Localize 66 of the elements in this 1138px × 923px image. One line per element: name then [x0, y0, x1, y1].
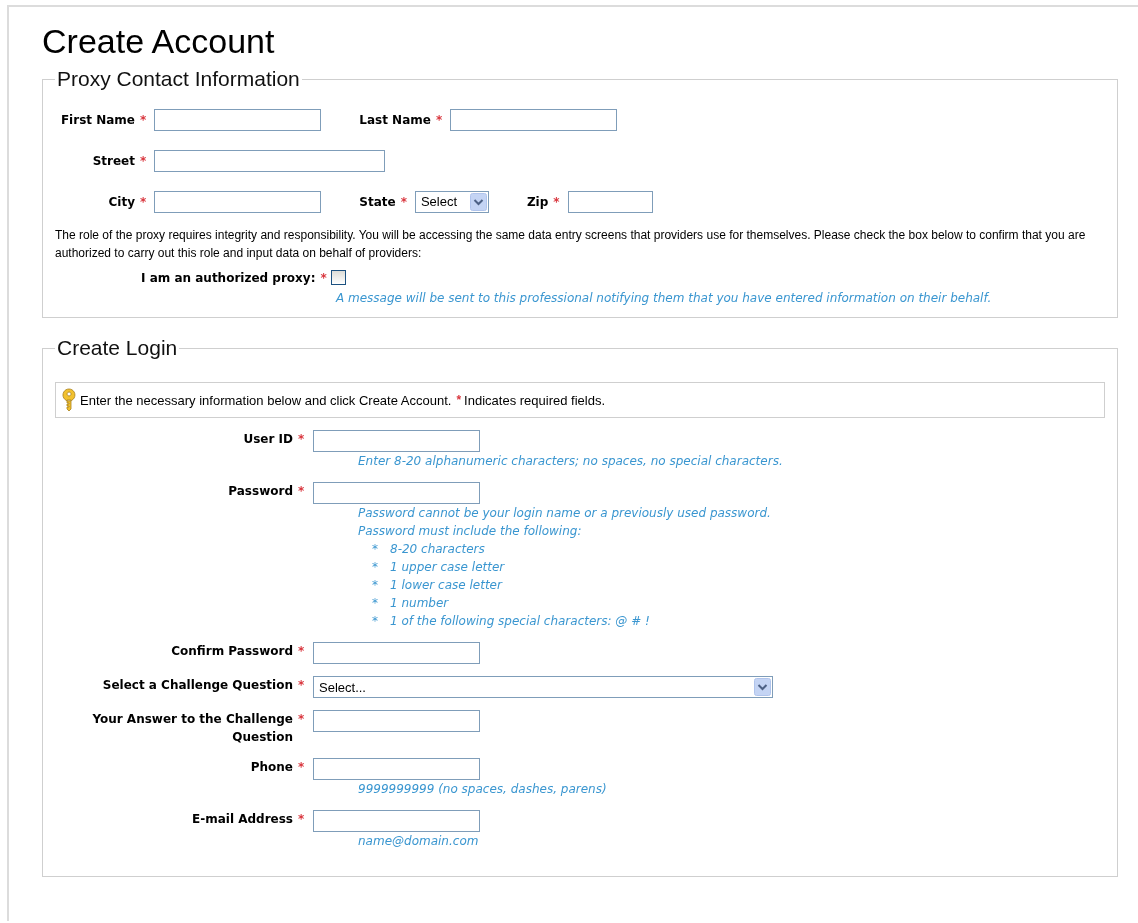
required-mark: * [298, 711, 305, 728]
key-icon [62, 388, 76, 412]
required-mark: * [298, 677, 305, 694]
bullet-mark: * [372, 595, 378, 612]
text-input[interactable] [450, 108, 618, 131]
hint-text: Password must include the following: [358, 523, 583, 540]
field-label: User ID [242, 431, 293, 448]
required-mark: * [298, 483, 305, 500]
hint-text: Password cannot be your login name or a previously used password. [358, 505, 772, 522]
field-label: Confirm Password [170, 643, 293, 660]
section-title: Create Login [56, 336, 179, 360]
hint-text: 1 number [390, 595, 449, 612]
page-title: Create Account [42, 21, 275, 61]
field-label: State [359, 194, 396, 209]
bullet-mark: * [372, 613, 378, 630]
field-label: Zip [526, 194, 549, 209]
section-title: Proxy Contact Information [56, 67, 301, 91]
hint-text: Enter 8-20 alphanumeric characters; no spaces, no special characters. [358, 453, 784, 470]
required-mark: * [553, 194, 560, 209]
field-label: City [107, 194, 135, 209]
field-label: I am an authorized proxy: [141, 270, 316, 285]
info-text: Indicates required fields. [464, 392, 605, 408]
required-mark: * [140, 112, 147, 127]
hint-text: A message will be sent to this professional notifying them that you have entered information on their behalf. [336, 290, 992, 307]
field-label: Street [91, 153, 135, 168]
text-input[interactable] [313, 430, 480, 452]
hint-text: name@domain.com [358, 833, 480, 850]
required-mark: * [298, 643, 305, 660]
text-input[interactable] [567, 190, 653, 213]
info-text: Enter the necessary information below and click Create Account. [80, 392, 452, 408]
required-mark: * [298, 431, 305, 448]
text-input[interactable] [313, 642, 480, 664]
hint-text: 1 upper case letter [390, 559, 505, 576]
required-mark: * [435, 112, 443, 127]
hint-text: 8-20 characters [390, 541, 485, 558]
select-dropdown[interactable]: Select [414, 190, 489, 213]
required-mark: * [320, 270, 327, 285]
field-label: First Name [59, 112, 135, 127]
text-input[interactable] [313, 710, 480, 732]
text-input[interactable] [313, 482, 480, 504]
text-input[interactable] [313, 810, 480, 832]
text-input[interactable] [313, 758, 480, 780]
text-input[interactable] [154, 190, 322, 213]
required-mark: * [140, 153, 147, 168]
hint-text: 9999999999 (no spaces, dashes, parens) [358, 781, 608, 798]
hint-text: 1 lower case letter [390, 577, 502, 594]
required-mark: * [400, 194, 407, 209]
bullet-mark: * [372, 559, 378, 576]
proxy-paragraph: The role of the proxy requires integrity and responsibility. You will be accessing the same data entry screens that providers use for themselves. Please check the box below to confirm that you are authorized to carry out this role and input data on behalf of providers: [55, 227, 1087, 262]
field-label: Password [227, 483, 293, 500]
field-label: Your Answer to the Challenge Question [91, 711, 293, 746]
required-mark: * [298, 811, 305, 828]
bullet-mark: * [372, 577, 378, 594]
bullet-mark: * [372, 541, 378, 558]
text-input[interactable] [154, 149, 386, 172]
required-mark: * [456, 393, 462, 407]
hint-text: 1 of the following special characters: @ # ! [390, 613, 650, 630]
field-label: Phone [249, 759, 293, 776]
authorized-checkbox[interactable] [330, 270, 346, 285]
field-label: Select a Challenge Question [101, 677, 293, 694]
field-label: Last Name [359, 112, 431, 127]
select-dropdown[interactable]: Select... [313, 676, 773, 698]
field-label: E-mail Address [191, 811, 293, 828]
required-mark: * [140, 194, 147, 209]
required-mark: * [298, 759, 305, 776]
text-input[interactable] [154, 108, 322, 131]
